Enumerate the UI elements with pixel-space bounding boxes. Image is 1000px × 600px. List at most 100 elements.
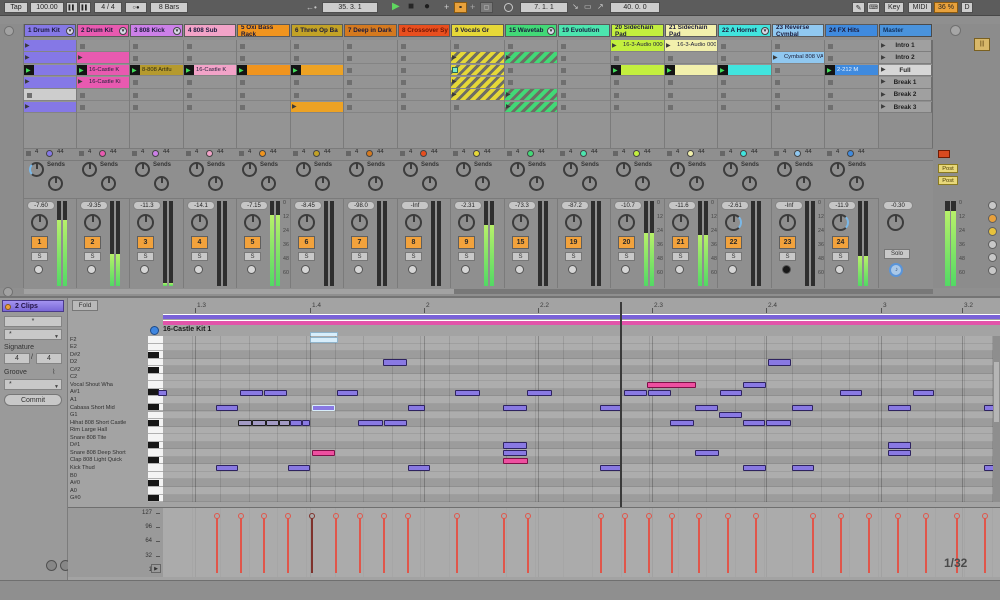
- volume-value[interactable]: -8.45: [294, 201, 322, 210]
- clip-slot[interactable]: [184, 52, 236, 64]
- new-button[interactable]: +: [444, 2, 449, 12]
- send-b-knob[interactable]: [261, 176, 276, 191]
- clip-slot[interactable]: ▶: [24, 101, 76, 114]
- velocity-stem-head[interactable]: [895, 513, 901, 519]
- capture-midi-button[interactable]: +: [470, 2, 475, 12]
- clip-color-chooser[interactable]: * ▼: [4, 329, 62, 340]
- midi-note[interactable]: [768, 359, 791, 366]
- clip-launch-button[interactable]: ▶: [24, 64, 34, 76]
- midi-note[interactable]: [288, 465, 310, 472]
- volume-value[interactable]: -2.31: [454, 201, 482, 210]
- tempo-field[interactable]: 100.00: [30, 2, 64, 13]
- velocity-stem[interactable]: [311, 518, 313, 573]
- clip-stop-button[interactable]: [401, 55, 406, 61]
- clip-slot[interactable]: [451, 64, 504, 77]
- loop-toggle-icon[interactable]: [504, 3, 513, 12]
- velocity-stem[interactable]: [812, 518, 814, 573]
- send-a-knob[interactable]: [82, 162, 97, 177]
- send-a-knob[interactable]: [777, 162, 792, 177]
- clip-launch-button[interactable]: ▶: [237, 64, 247, 76]
- velocity-stem[interactable]: [335, 518, 337, 573]
- clip-slot[interactable]: [344, 77, 397, 89]
- track-activator[interactable]: 23: [779, 236, 796, 249]
- send-a-knob[interactable]: [563, 162, 578, 177]
- arm-button[interactable]: [194, 265, 203, 274]
- pan-knob[interactable]: [137, 214, 154, 231]
- clip-stop-button[interactable]: [133, 43, 138, 49]
- track-stop-button[interactable]: [774, 151, 779, 156]
- arm-button[interactable]: [354, 265, 363, 274]
- pan-knob[interactable]: [31, 214, 48, 231]
- clip-stop-button[interactable]: [454, 105, 459, 111]
- track-stop-button[interactable]: [560, 151, 565, 156]
- clip-slot[interactable]: [505, 77, 557, 89]
- velocity-stem-head[interactable]: [598, 513, 604, 519]
- volume-value[interactable]: -14.1: [187, 201, 215, 210]
- send-b-knob[interactable]: [635, 176, 650, 191]
- fold-group-icon[interactable]: ▾: [119, 27, 127, 35]
- loop-start-field[interactable]: 7. 1. 1: [520, 2, 568, 13]
- arm-button[interactable]: [34, 265, 43, 274]
- clip-slot[interactable]: [611, 77, 664, 89]
- clip-launch-button[interactable]: ▶: [773, 54, 778, 61]
- volume-value[interactable]: -2.61: [721, 201, 749, 210]
- midi-note[interactable]: [252, 419, 266, 426]
- velocity-stem[interactable]: [407, 518, 409, 573]
- send-b-knob[interactable]: [154, 176, 169, 191]
- clip-slot[interactable]: ▶: [505, 52, 557, 64]
- velocity-stem-head[interactable]: [954, 513, 960, 519]
- clip-stop-button[interactable]: [775, 80, 780, 86]
- clip-slot[interactable]: [665, 89, 717, 101]
- piano-key[interactable]: [148, 358, 163, 367]
- velocity-stem-head[interactable]: [669, 513, 675, 519]
- clip-slot[interactable]: [825, 102, 878, 114]
- clip-name-field[interactable]: *: [4, 316, 62, 327]
- pan-knob[interactable]: [298, 214, 315, 231]
- velocity-stem-head[interactable]: [214, 513, 220, 519]
- clip-stop-button[interactable]: [721, 92, 726, 98]
- velocity-stem[interactable]: [624, 518, 626, 573]
- midi-note[interactable]: [310, 336, 338, 343]
- midi-note[interactable]: [216, 404, 238, 411]
- midi-note[interactable]: [158, 389, 167, 396]
- piano-key-black[interactable]: [148, 351, 159, 358]
- clip-launch-button[interactable]: ▶: [291, 64, 301, 76]
- arm-button[interactable]: [87, 265, 96, 274]
- clip-stop-button[interactable]: [775, 92, 780, 98]
- piano-key-black[interactable]: [148, 404, 159, 411]
- mixer-section-toggle[interactable]: [988, 240, 997, 249]
- clip-slot[interactable]: ▶ 16-Castle K: [184, 64, 236, 77]
- midi-note[interactable]: [913, 389, 934, 396]
- arm-button[interactable]: [728, 265, 737, 274]
- send-b-knob[interactable]: [796, 176, 811, 191]
- send-a-knob[interactable]: [349, 162, 364, 177]
- fold-group-icon[interactable]: ▾: [547, 27, 555, 35]
- editor-v-scrollbar-handle[interactable]: [994, 362, 999, 422]
- clip-slot[interactable]: [130, 52, 183, 64]
- clip-stop-button[interactable]: [294, 80, 299, 86]
- clip-stop-button[interactable]: [614, 80, 619, 86]
- velocity-stem-head[interactable]: [381, 513, 387, 519]
- follow-icon[interactable]: ←•: [306, 3, 317, 12]
- clip-stop-button[interactable]: [133, 92, 138, 98]
- show-browser-button[interactable]: [4, 26, 14, 36]
- arm-button[interactable]: [835, 265, 844, 274]
- solo-button[interactable]: S: [512, 252, 529, 261]
- clip-launch-button[interactable]: ▶: [25, 42, 30, 49]
- clip-launch-button[interactable]: ▶: [666, 42, 671, 49]
- clip-stop-button[interactable]: [508, 43, 513, 49]
- track-stop-button[interactable]: [453, 151, 458, 156]
- piano-key[interactable]: [148, 426, 163, 435]
- clip-stop-button[interactable]: [80, 43, 85, 49]
- clip-stop-button[interactable]: [614, 55, 619, 61]
- clip-slot[interactable]: [184, 102, 236, 114]
- commit-button[interactable]: Commit: [4, 394, 62, 406]
- track-activator[interactable]: 19: [565, 236, 582, 249]
- clip-stop-button[interactable]: [347, 80, 352, 86]
- clip-slot[interactable]: [558, 77, 610, 89]
- send-b-knob[interactable]: [208, 176, 223, 191]
- time-signature-field[interactable]: 4 / 4: [94, 2, 122, 13]
- clip-launch-button[interactable]: ▶: [506, 91, 511, 98]
- session-record-button[interactable]: ▢: [480, 2, 493, 13]
- solo-button[interactable]: S: [832, 252, 849, 261]
